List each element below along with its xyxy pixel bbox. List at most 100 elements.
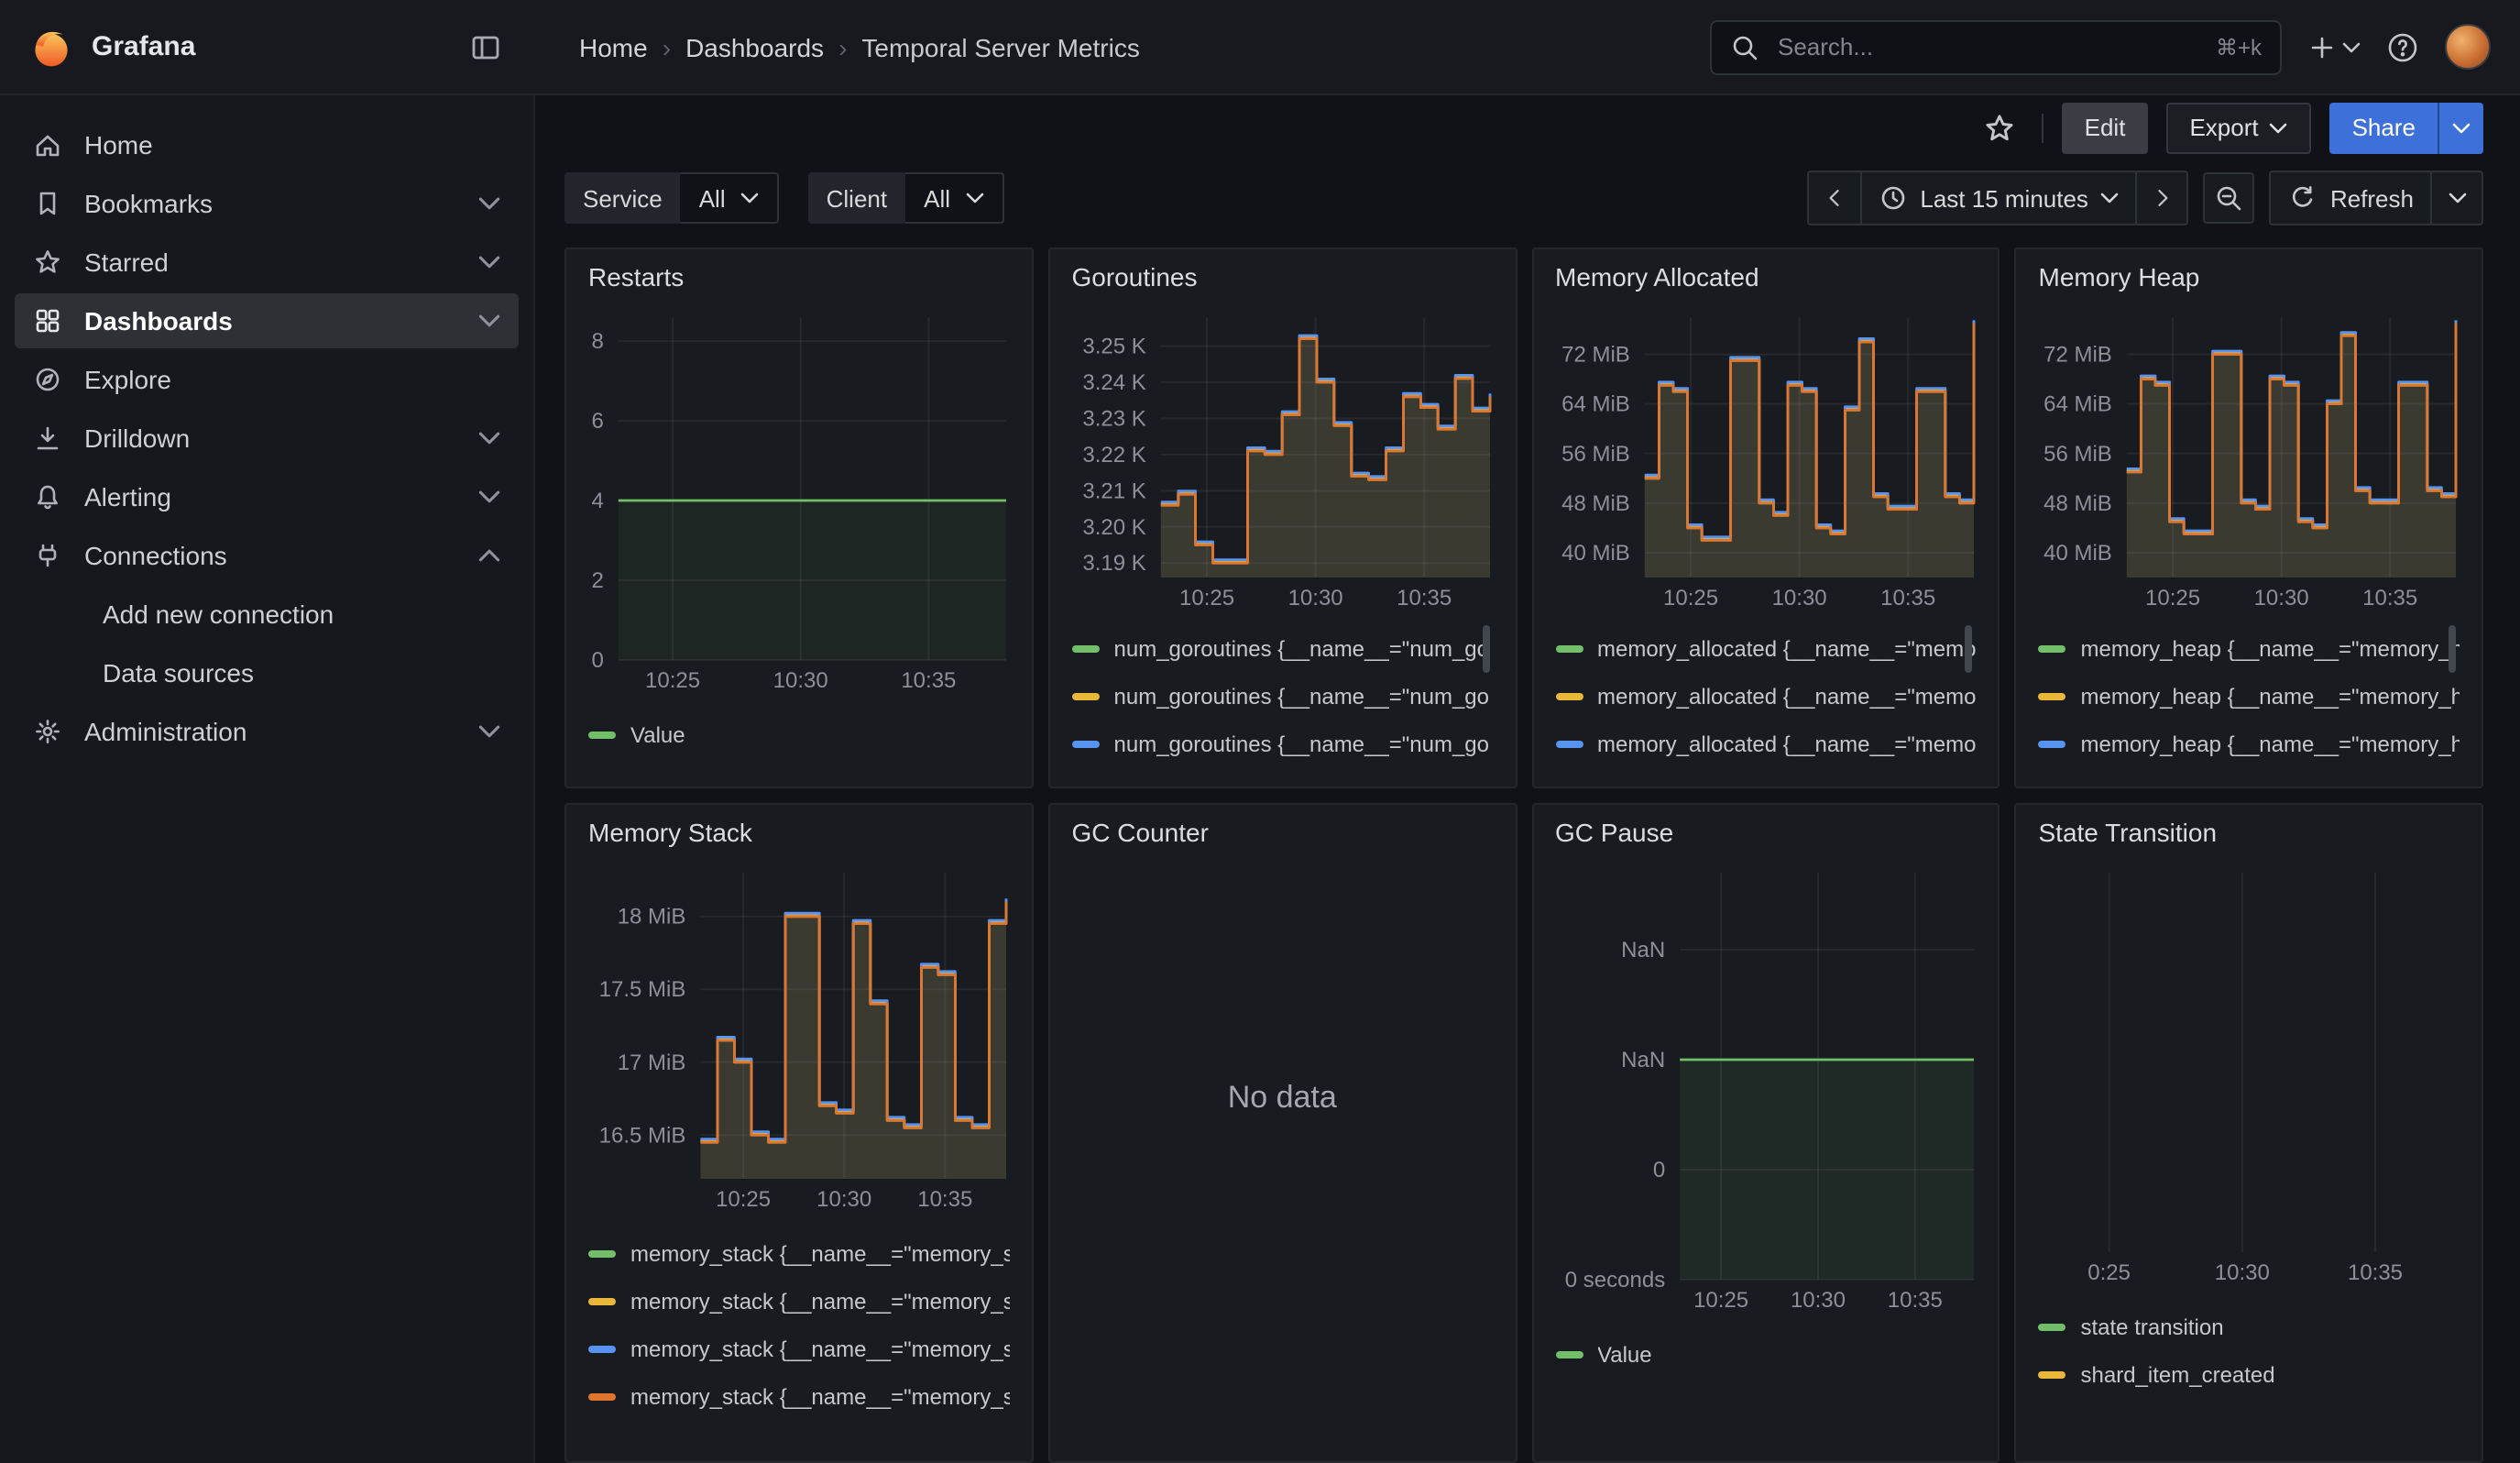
legend-item[interactable]: Value xyxy=(1555,1331,1977,1377)
legend-item[interactable]: memory_stack {__name__="memory_s xyxy=(588,1373,1010,1419)
grafana-logo-icon[interactable] xyxy=(29,25,73,69)
legend-item[interactable]: memory_stack {__name__="memory_s xyxy=(588,1278,1010,1324)
panel-chart[interactable]: 0:2510:3010:35 xyxy=(2032,858,2468,1289)
dashboard-toolbar: Edit Export Share xyxy=(535,95,2520,160)
service-value-dropdown[interactable]: All xyxy=(681,172,779,224)
legend-item[interactable]: shard_item_created xyxy=(2039,1351,2460,1397)
legend-item[interactable]: num_goroutines {__name__="num_go xyxy=(1072,673,1494,719)
sidebar-item-drilldown[interactable]: Drilldown xyxy=(15,411,519,466)
dock-menu-icon[interactable] xyxy=(462,23,509,71)
panel-chart[interactable]: 72 MiB64 MiB56 MiB48 MiB40 MiB10:2510:30… xyxy=(2032,302,2468,614)
legend-item[interactable]: num_goroutines {__name__="num_go xyxy=(1072,720,1494,766)
panel-title[interactable]: Goroutines xyxy=(1072,262,1198,292)
legend-marker-icon xyxy=(1555,740,1583,747)
panel-title[interactable]: Memory Heap xyxy=(2039,262,2200,292)
panel-title[interactable]: Restarts xyxy=(588,262,684,292)
legend-item[interactable]: memory_allocated {__name__="memo xyxy=(1555,768,1977,772)
service-variable: Service All xyxy=(564,172,779,224)
panel-grid: Restarts 8642010:2510:3010:35 Value Goro… xyxy=(564,248,2483,1463)
legend-item[interactable]: memory_stack {__name__="memory_s xyxy=(588,1326,1010,1371)
refresh-interval-button[interactable] xyxy=(2430,172,2482,224)
legend-item[interactable]: memory_heap {__name__="memory_h xyxy=(2039,720,2460,766)
plug-icon xyxy=(33,541,62,570)
share-button[interactable]: Share xyxy=(2330,102,2438,153)
svg-text:10:25: 10:25 xyxy=(1179,586,1234,610)
legend-item[interactable]: memory_heap {__name__="memory_h xyxy=(2039,768,2460,772)
panel-title[interactable]: GC Pause xyxy=(1555,818,1673,847)
help-button[interactable] xyxy=(2386,30,2419,63)
panel-legend: memory_allocated {__name__="memomemory_a… xyxy=(1555,625,1977,772)
legend-scrollbar[interactable] xyxy=(1966,625,1973,673)
svg-text:10:30: 10:30 xyxy=(2215,1260,2270,1285)
bell-icon xyxy=(33,482,62,512)
sidebar-item-dashboards[interactable]: Dashboards xyxy=(15,293,519,348)
search-input[interactable] xyxy=(1774,31,2201,62)
legend-item[interactable]: memory_allocated {__name__="memo xyxy=(1555,625,1977,671)
breadcrumb-item[interactable]: Dashboards xyxy=(685,32,824,61)
sidebar-item-data-sources[interactable]: Data sources xyxy=(15,645,519,700)
svg-text:10:35: 10:35 xyxy=(1887,1288,1942,1313)
user-avatar[interactable] xyxy=(2445,24,2491,70)
legend-item[interactable]: state transition xyxy=(2039,1304,2460,1349)
edit-button[interactable]: Edit xyxy=(2063,102,2148,153)
svg-text:56 MiB: 56 MiB xyxy=(2044,442,2113,467)
legend-item[interactable]: memory_heap {__name__="memory_h xyxy=(2039,625,2460,671)
time-shift-back-button[interactable] xyxy=(1808,172,1859,224)
svg-text:2: 2 xyxy=(591,568,603,593)
time-range-button[interactable]: Last 15 minutes xyxy=(1859,172,2136,224)
chevron-down-icon xyxy=(2342,41,2361,52)
svg-text:10:25: 10:25 xyxy=(1662,586,1717,610)
export-button[interactable]: Export xyxy=(2165,102,2311,153)
legend-marker-icon xyxy=(588,1392,616,1400)
share-menu-button[interactable] xyxy=(2438,102,2483,153)
sidebar-item-add-new-connection[interactable]: Add new connection xyxy=(15,587,519,642)
legend-item[interactable]: memory_stack {__name__="memory_s xyxy=(588,1230,1010,1276)
legend-item[interactable]: Value xyxy=(588,711,1010,757)
panel-title[interactable]: GC Counter xyxy=(1072,818,1209,847)
sidebar-item-starred[interactable]: Starred xyxy=(15,235,519,290)
legend-item[interactable]: num_goroutines {__name__="num_go xyxy=(1072,768,1494,772)
zoom-out-button[interactable] xyxy=(2204,172,2255,224)
sidebar-item-bookmarks[interactable]: Bookmarks xyxy=(15,176,519,231)
legend-scrollbar[interactable] xyxy=(2449,625,2456,673)
refresh-button[interactable]: Refresh xyxy=(2272,172,2430,224)
panel-chart[interactable]: 8642010:2510:3010:35 xyxy=(581,302,1017,697)
sidebar-item-label: Starred xyxy=(84,248,169,277)
sidebar-item-alerting[interactable]: Alerting xyxy=(15,469,519,524)
panel-title[interactable]: State Transition xyxy=(2039,818,2218,847)
panel-legend: memory_stack {__name__="memory_smemory_s… xyxy=(588,1230,1010,1419)
panel-goroutines: Goroutines 3.25 K3.24 K3.23 K3.22 K3.21 … xyxy=(1048,248,1517,788)
panel-title[interactable]: Memory Allocated xyxy=(1555,262,1759,292)
new-menu-button[interactable] xyxy=(2307,32,2361,61)
legend-item[interactable]: num_goroutines {__name__="num_go xyxy=(1072,625,1494,671)
legend-item[interactable]: memory_heap {__name__="memory_h xyxy=(2039,673,2460,719)
sidebar-item-explore[interactable]: Explore xyxy=(15,352,519,407)
panel-chart[interactable]: 18 MiB17.5 MiB17 MiB16.5 MiB10:2510:3010… xyxy=(581,858,1017,1216)
top-nav: Grafana Home›Dashboards›Temporal Server … xyxy=(0,0,2520,95)
panel-chart[interactable]: NaNNaN00 seconds10:2510:3010:35 xyxy=(1548,858,1984,1316)
search-box[interactable]: ⌘+k xyxy=(1710,19,2282,74)
svg-text:0: 0 xyxy=(591,648,603,673)
panel-gc-counter: GC Counter No data xyxy=(1048,803,1517,1463)
client-variable: Client All xyxy=(808,172,1003,224)
panel-title[interactable]: Memory Stack xyxy=(588,818,752,847)
favorite-star-button[interactable] xyxy=(1977,104,2024,151)
breadcrumb-item[interactable]: Home xyxy=(579,32,648,61)
legend-item[interactable]: memory_allocated {__name__="memo xyxy=(1555,673,1977,719)
legend-scrollbar[interactable] xyxy=(1482,625,1489,673)
panel-chart[interactable]: 72 MiB64 MiB56 MiB48 MiB40 MiB10:2510:30… xyxy=(1548,302,1984,614)
sidebar-item-administration[interactable]: Administration xyxy=(15,704,519,759)
panel-chart[interactable]: 3.25 K3.24 K3.23 K3.22 K3.21 K3.20 K3.19… xyxy=(1065,302,1501,614)
svg-text:10:25: 10:25 xyxy=(1693,1288,1748,1313)
panel-header: Memory Allocated xyxy=(1533,249,1999,299)
legend-label: memory_stack {__name__="memory_s xyxy=(630,1383,1010,1409)
toolbar-divider xyxy=(2043,113,2044,142)
svg-text:16.5 MiB: 16.5 MiB xyxy=(599,1123,686,1148)
time-shift-forward-button[interactable] xyxy=(2136,172,2187,224)
sidebar-item-connections[interactable]: Connections xyxy=(15,528,519,583)
search-shortcut: ⌘+k xyxy=(2216,34,2262,60)
panel-state-transition: State Transition 0:2510:3010:35 state tr… xyxy=(2015,803,2484,1463)
sidebar-item-home[interactable]: Home xyxy=(15,117,519,172)
client-value-dropdown[interactable]: All xyxy=(905,172,1003,224)
legend-item[interactable]: memory_allocated {__name__="memo xyxy=(1555,720,1977,766)
